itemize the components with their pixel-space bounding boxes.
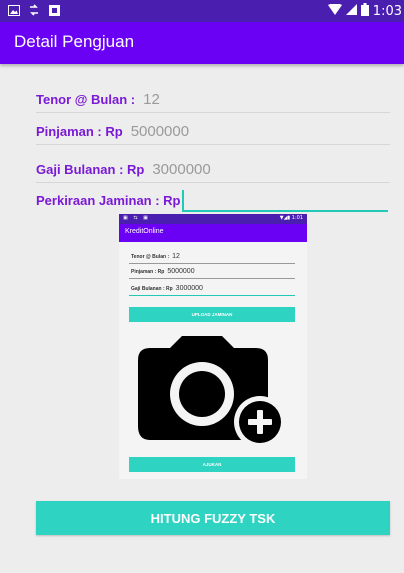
preview-status-system: ▼◢▮ 1:01 [280,215,303,221]
status-time: 1:03 [372,4,402,19]
preview-upload-button: UPLOAD JAMINAN [129,307,295,322]
preview-pinjaman-underline [129,278,295,279]
preview-pinjaman-field: Pinjaman : Rp 5000000 [131,268,195,275]
pinjaman-underline [36,144,390,145]
status-system: 1:03 [327,3,402,20]
status-bar: 1:03 [0,0,404,22]
jaminan-label: Perkiraan Jaminan : Rp [36,193,181,208]
preview-gaji-underline [129,295,295,296]
app-bar-title: Detail Pengjuan [14,32,135,51]
pinjaman-label: Pinjaman : Rp [36,124,123,139]
preview-status-bar: ▣ ⇆ ▣ ▼◢▮ 1:01 [119,214,307,224]
battery-icon [360,3,369,20]
status-notifications [8,4,60,16]
preview-tenor-label: Tenor @ Bulan : [131,254,170,260]
preview-pinjaman-label: Pinjaman : Rp [131,269,165,275]
jaminan-text-cursor [182,190,184,210]
tenor-input[interactable]: 12 [143,91,160,108]
gallery-notification-icon [8,4,20,16]
jaminan-field[interactable]: Perkiraan Jaminan : Rp [36,193,189,208]
tenor-field[interactable]: Tenor @ Bulan : 12 [36,91,160,108]
signal-icon [345,4,357,19]
tenor-underline [36,112,390,113]
gaji-field[interactable]: Gaji Bulanan : Rp 3000000 [36,161,211,178]
preview-tenor-value: 12 [172,253,180,260]
preview-app-title: KreditOnline [125,228,164,235]
pinjaman-input[interactable]: 5000000 [131,123,189,140]
preview-gaji-value: 3000000 [175,285,203,292]
gaji-underline [36,182,390,183]
tenor-label: Tenor @ Bulan : [36,92,136,107]
app-notification-icon [48,4,60,16]
hitung-fuzzy-tsk-button[interactable]: HITUNG FUZZY TSK [36,501,390,535]
app-bar: Detail Pengjuan [0,22,404,64]
preview-gaji-label: Gaji Bulanan : Rp [131,286,173,292]
gaji-input[interactable]: 3000000 [152,161,210,178]
sync-notification-icon [28,4,40,16]
jaminan-underline [182,210,388,212]
jaminan-image-preview: ▣ ⇆ ▣ ▼◢▮ 1:01 KreditOnline Tenor @ Bula… [119,214,307,479]
preview-gaji-field: Gaji Bulanan : Rp 3000000 [131,285,203,292]
add-photo-camera-icon [136,336,296,453]
preview-pinjaman-value: 5000000 [167,268,195,275]
preview-status-icons: ▣ ⇆ ▣ [123,215,150,221]
preview-tenor-underline [129,263,295,264]
gaji-label: Gaji Bulanan : Rp [36,162,145,177]
wifi-icon [327,3,342,19]
preview-status-time: 1:01 [291,215,303,221]
preview-signal-icon: ▼◢▮ [279,215,291,221]
preview-app-bar: KreditOnline [119,224,307,242]
preview-tenor-field: Tenor @ Bulan : 12 [131,253,180,260]
preview-ajukan-button: AJUKAN [129,457,295,472]
pinjaman-field[interactable]: Pinjaman : Rp 5000000 [36,123,189,140]
